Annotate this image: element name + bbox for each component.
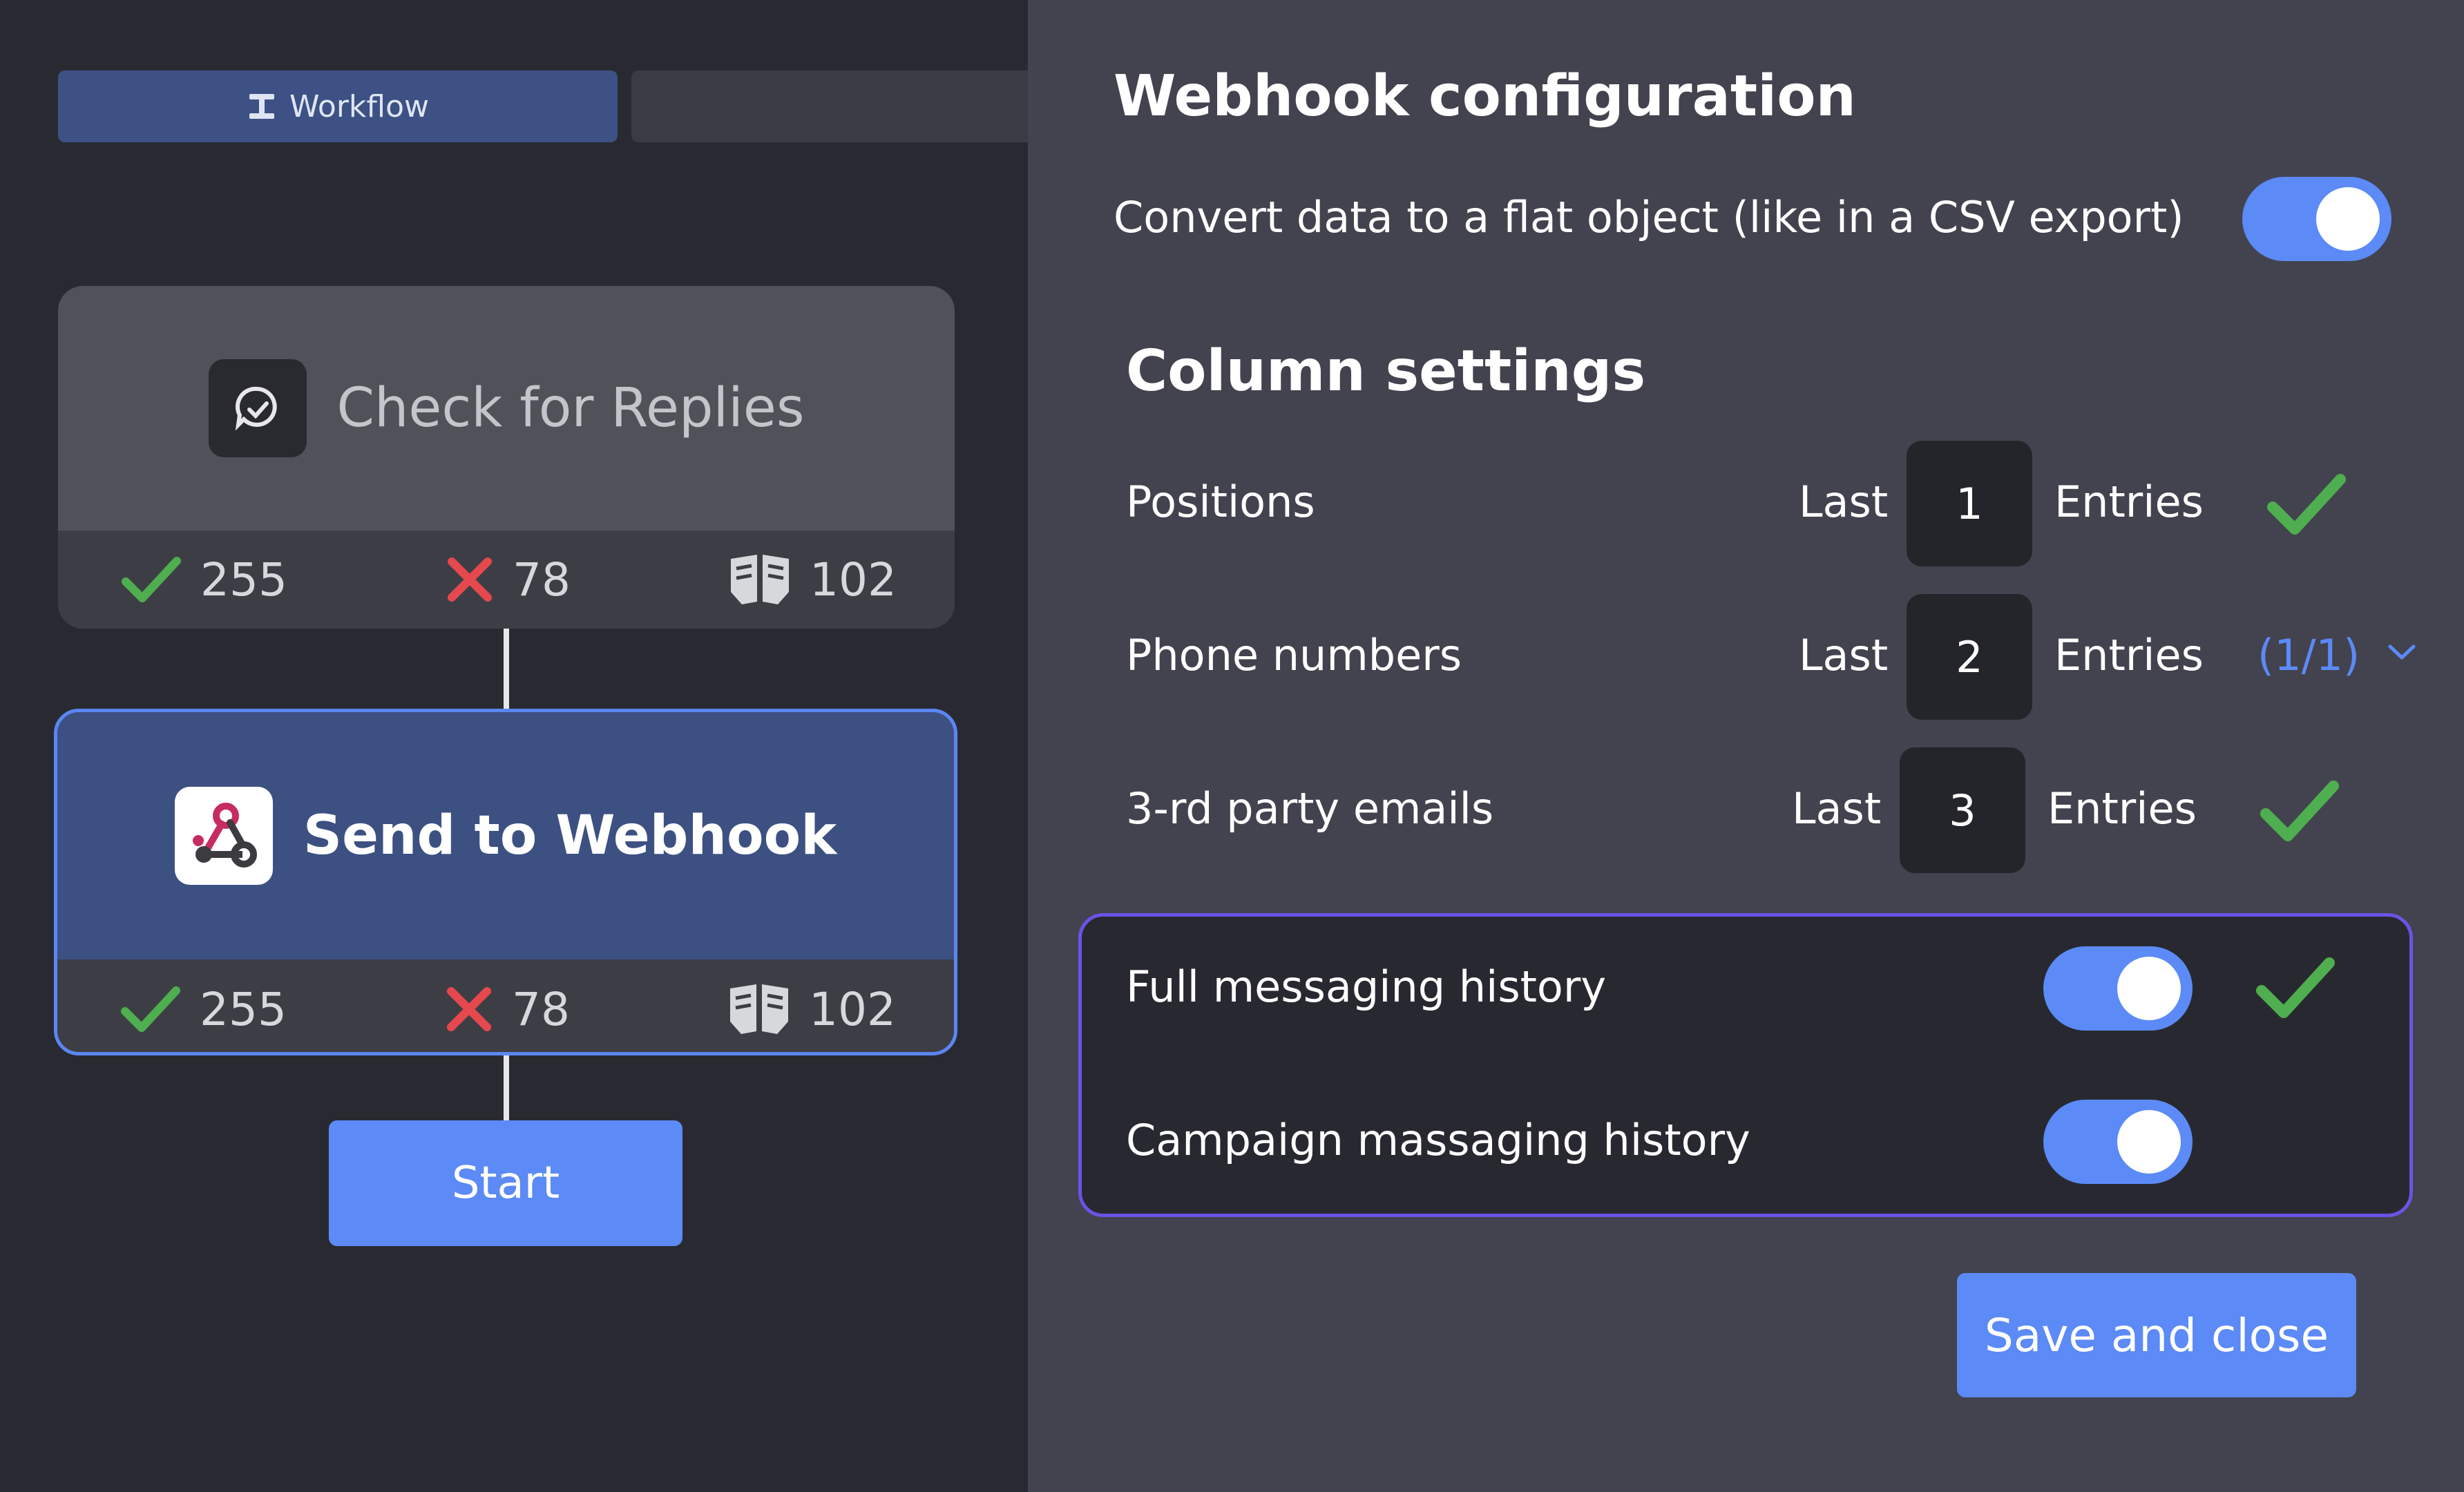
node-send-to-webhook[interactable]: Send to Webhook 255 78 102 (54, 709, 957, 1055)
positions-count-input[interactable]: 1 (1907, 441, 2032, 566)
positions-prefix: Last (1799, 477, 1889, 527)
campaign-messaging-history-label: Campaign massaging history (1126, 1115, 1750, 1165)
third-party-emails-label: 3-rd party emails (1126, 783, 1494, 834)
tab-secondary[interactable] (631, 70, 1028, 142)
connector-line (504, 1055, 509, 1120)
stat-failed: 78 (444, 983, 570, 1036)
tab-workflow-label: Workflow (289, 88, 430, 124)
check-icon (2260, 781, 2339, 841)
history-settings-box (1078, 913, 2413, 1217)
flat-object-toggle[interactable] (2242, 177, 2391, 261)
node-stats: 255 78 102 (58, 530, 955, 629)
node-header: Check for Replies (58, 286, 955, 530)
chat-check-icon (208, 359, 307, 457)
flat-object-label: Convert data to a flat object (like in a… (1114, 192, 2184, 242)
toggle-knob (2117, 1110, 2181, 1174)
third-party-emails-count-input[interactable]: 3 (1900, 747, 2025, 873)
toggle-knob (2117, 957, 2181, 1020)
stat-failed-value: 78 (513, 553, 571, 606)
stat-skipped: 102 (727, 983, 896, 1036)
skip-icon (730, 984, 788, 1034)
third-party-emails-prefix: Last (1792, 783, 1882, 834)
check-icon (2267, 474, 2346, 535)
phone-numbers-count-input[interactable]: 2 (1907, 594, 2032, 720)
node-title: Check for Replies (336, 377, 805, 439)
node-check-for-replies[interactable]: Check for Replies 255 78 102 (58, 286, 955, 629)
phone-numbers-label: Phone numbers (1126, 630, 1462, 680)
full-messaging-history-label: Full messaging history (1126, 962, 1607, 1012)
node-stats: 255 78 102 (57, 959, 954, 1052)
start-button[interactable]: Start (329, 1120, 682, 1246)
stat-skipped: 102 (728, 553, 897, 606)
stat-success-value: 255 (200, 982, 287, 1036)
stat-failed: 78 (445, 553, 571, 606)
column-settings-title: Column settings (1126, 338, 1646, 404)
check-icon (2256, 957, 2335, 1018)
tab-workflow[interactable]: Workflow (58, 70, 618, 142)
third-party-emails-suffix: Entries (2047, 783, 2197, 834)
cross-icon (447, 987, 491, 1031)
connector-line (504, 629, 509, 709)
positions-label: Positions (1126, 477, 1315, 527)
config-title: Webhook configuration (1114, 64, 1856, 129)
check-icon (122, 557, 181, 602)
stat-success: 255 (120, 983, 287, 1036)
workflow-icon (249, 94, 274, 119)
full-messaging-history-toggle[interactable] (2043, 946, 2193, 1031)
skip-icon (731, 555, 789, 604)
workflow-pane: Workflow Check for Replies 255 78 102 Se… (0, 0, 1028, 1492)
webhook-icon (174, 787, 273, 885)
check-icon (121, 986, 180, 1032)
stat-success: 255 (120, 553, 287, 606)
campaign-messaging-history-toggle[interactable] (2043, 1100, 2193, 1184)
phone-numbers-counter[interactable]: (1/1) (2257, 630, 2360, 680)
chevron-down-icon[interactable] (2387, 642, 2416, 662)
stat-skipped-value: 102 (809, 982, 896, 1036)
save-and-close-button[interactable]: Save and close (1957, 1273, 2356, 1397)
stat-success-value: 255 (200, 553, 287, 606)
stat-skipped-value: 102 (810, 553, 897, 606)
node-title: Send to Webhook (303, 805, 837, 867)
node-header: Send to Webhook (57, 712, 954, 959)
toggle-knob (2316, 187, 2380, 251)
phone-numbers-suffix: Entries (2054, 630, 2204, 680)
stat-failed-value: 78 (512, 982, 570, 1036)
positions-suffix: Entries (2054, 477, 2204, 527)
phone-numbers-prefix: Last (1799, 630, 1889, 680)
cross-icon (448, 557, 492, 602)
